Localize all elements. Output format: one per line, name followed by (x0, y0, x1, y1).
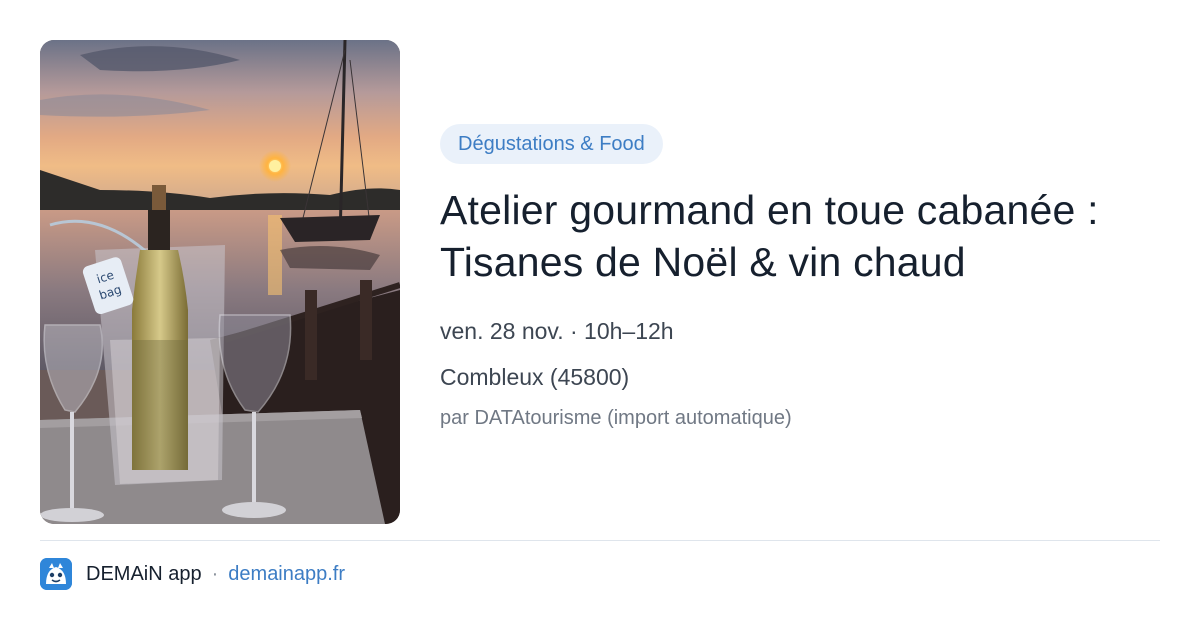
footer-divider (40, 540, 1160, 541)
event-title-line-1: Atelier gourmand en toue cabanée : (440, 187, 1099, 233)
footer-separator: · (211, 562, 219, 585)
app-url-link[interactable]: demainapp.fr (228, 563, 345, 586)
event-card[interactable]: ice bag Dégustations & Food Atelier gour… (0, 0, 1200, 630)
event-title-line-2: Tisanes de Noël & vin chaud (440, 239, 966, 285)
event-photo-illustration: ice bag (40, 40, 400, 524)
footer: DEMAiN app · demainapp.fr (40, 558, 345, 590)
event-datetime: ven. 28 nov. · 10h–12h (440, 318, 674, 344)
event-source: par DATAtourisme (import automatique) (440, 407, 792, 429)
event-info: Dégustations & Food Atelier gourmand en … (440, 124, 1170, 431)
category-tag[interactable]: Dégustations & Food (440, 124, 663, 164)
event-photo[interactable]: ice bag (40, 40, 400, 524)
app-name: DEMAiN app (86, 562, 202, 585)
app-logo-icon[interactable] (40, 558, 72, 590)
event-title[interactable]: Atelier gourmand en toue cabanée : Tisan… (440, 184, 1170, 288)
event-location: Combleux (45800) (440, 364, 630, 390)
